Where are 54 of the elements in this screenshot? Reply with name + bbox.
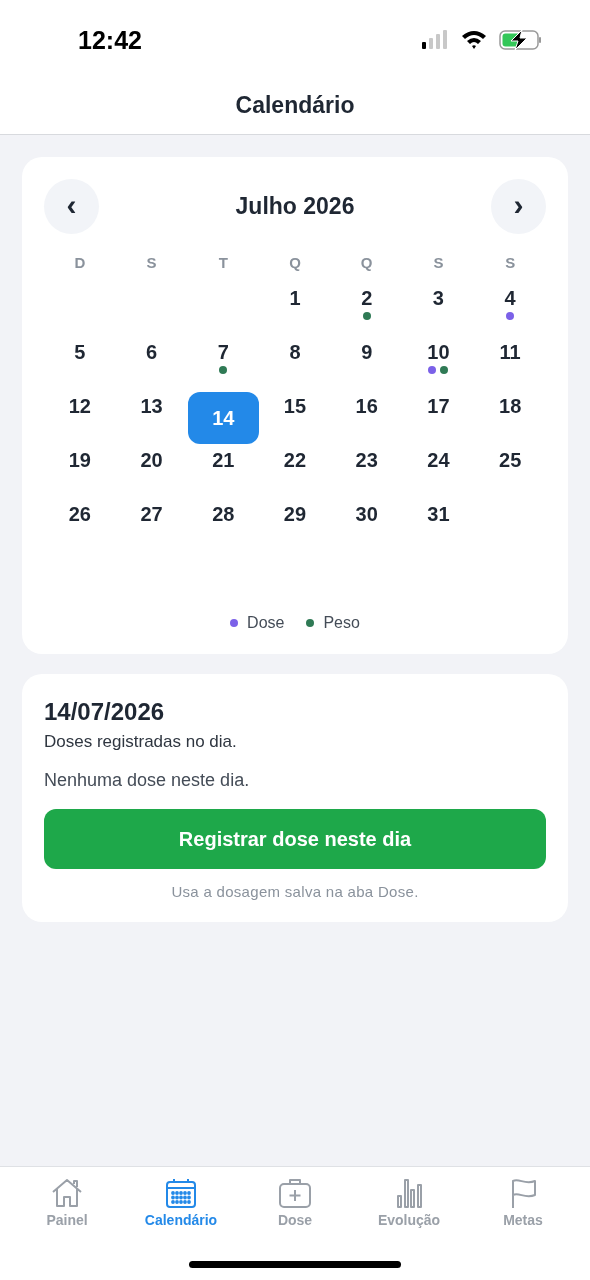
month-title: Julho 2026 bbox=[235, 193, 355, 220]
wifi-icon bbox=[462, 31, 486, 49]
calendar-day[interactable]: 3 bbox=[402, 272, 474, 324]
calendar-icon bbox=[163, 1177, 199, 1209]
previous-month-button[interactable]: ‹ bbox=[44, 179, 99, 234]
calendar-day[interactable]: 11 bbox=[474, 326, 546, 378]
screen-title: Calendário bbox=[235, 92, 355, 119]
calendar-day[interactable]: 10 bbox=[402, 326, 474, 378]
calendar-day[interactable]: 19 bbox=[44, 434, 116, 486]
calendar-day[interactable]: 4 bbox=[474, 272, 546, 324]
weekday-label: S bbox=[433, 254, 444, 273]
weekday-label: Q bbox=[360, 254, 373, 273]
legend-label: Dose bbox=[247, 614, 285, 632]
weekday-label: D bbox=[74, 254, 86, 273]
calendar-day[interactable]: 1 bbox=[259, 272, 331, 324]
calendar-day[interactable]: 22 bbox=[259, 434, 331, 486]
calendar-day[interactable]: 15 bbox=[259, 380, 331, 432]
calendar-day[interactable]: 24 bbox=[402, 434, 474, 486]
calendar-day[interactable]: 7 bbox=[187, 326, 259, 378]
legend-label: Peso bbox=[323, 614, 360, 632]
calendar-day[interactable]: 8 bbox=[259, 326, 331, 378]
calendar-day[interactable]: 9 bbox=[331, 326, 403, 378]
calendar-day[interactable]: 29 bbox=[259, 488, 331, 540]
calendar-day[interactable]: 6 bbox=[116, 326, 188, 378]
calendar-day[interactable]: 12 bbox=[44, 380, 116, 432]
weekday-label: S bbox=[146, 254, 157, 273]
calendar-day[interactable]: 30 bbox=[331, 488, 403, 540]
calendar-day[interactable]: 23 bbox=[331, 434, 403, 486]
next-month-button[interactable]: › bbox=[491, 179, 546, 234]
battery-charging-icon bbox=[499, 29, 541, 51]
hint-text: Usa a dosagem salva na aba Dose. bbox=[170, 883, 420, 900]
calendar-day[interactable]: 26 bbox=[44, 488, 116, 540]
weekday-label: T bbox=[218, 254, 228, 273]
calendar-day[interactable]: 16 bbox=[331, 380, 403, 432]
calendar-day[interactable]: 13 bbox=[116, 380, 188, 432]
calendar-day[interactable]: 17 bbox=[402, 380, 474, 432]
calendar-day[interactable]: 18 bbox=[474, 380, 546, 432]
weekday-label: Q bbox=[289, 254, 301, 273]
tab-bar-item[interactable]: Calendário bbox=[141, 1177, 221, 1228]
weekday-label: S bbox=[505, 254, 516, 273]
medical-case-icon bbox=[277, 1177, 313, 1209]
selected-date: 14/07/2026 bbox=[44, 698, 166, 726]
calendar-day[interactable]: 31 bbox=[402, 488, 474, 540]
day-subtitle: Doses registradas no dia. bbox=[44, 732, 238, 752]
calendar-day[interactable]: 2 bbox=[331, 272, 403, 324]
calendar-day[interactable]: 20 bbox=[116, 434, 188, 486]
calendar-day[interactable]: 28 bbox=[187, 488, 259, 540]
signal-icon bbox=[422, 30, 447, 49]
calendar-day[interactable]: 14 bbox=[187, 392, 259, 444]
empty-message: Nenhuma dose neste dia. bbox=[44, 770, 251, 791]
calendar-day[interactable]: 27 bbox=[116, 488, 188, 540]
calendar-day[interactable]: 25 bbox=[474, 434, 546, 486]
calendar-day[interactable]: 5 bbox=[44, 326, 116, 378]
status-time: 12:42 bbox=[78, 25, 142, 55]
